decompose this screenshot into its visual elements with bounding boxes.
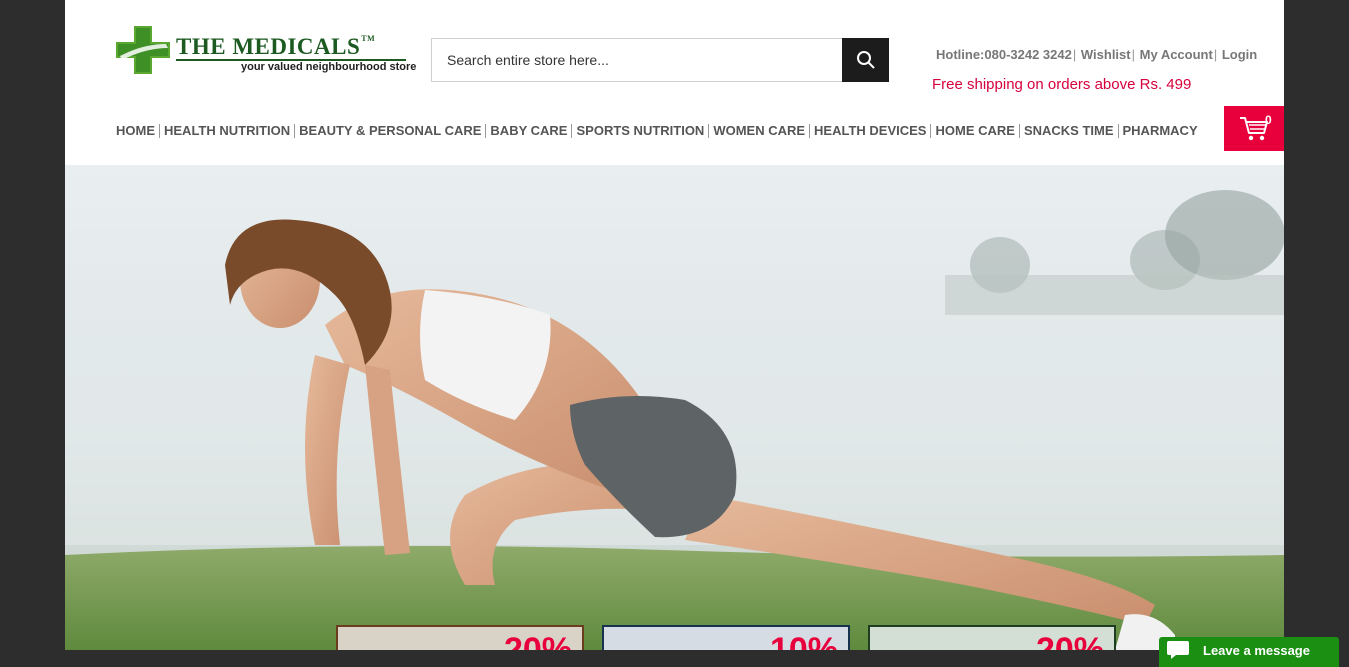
my-account-link[interactable]: My Account: [1140, 47, 1213, 62]
promo-tile-1[interactable]: 20%: [336, 625, 584, 650]
brand-name: THE MEDICALSTM: [176, 34, 376, 59]
nav-divider: [571, 123, 573, 138]
nav-item-beauty-personal-care[interactable]: BEAUTY & PERSONAL CARE: [299, 123, 481, 138]
promo-tile-2[interactable]: 10%: [602, 625, 850, 650]
search-button[interactable]: [842, 38, 889, 82]
promo-tile-3[interactable]: 20%: [868, 625, 1116, 650]
chat-widget[interactable]: Leave a message: [1159, 637, 1339, 667]
hero-image: [65, 165, 1284, 650]
promo-discount: 20%: [1035, 631, 1104, 650]
nav-item-health-nutrition[interactable]: HEALTH NUTRITION: [164, 123, 290, 138]
site-logo[interactable]: THE MEDICALSTM your valued neighbourhood…: [116, 26, 416, 76]
search-box: [431, 38, 889, 82]
chat-label: Leave a message: [1203, 643, 1310, 658]
hero-banner[interactable]: [65, 165, 1284, 650]
main-nav: HOME HEALTH NUTRITION BEAUTY & PERSONAL …: [116, 123, 1198, 138]
nav-item-pharmacy[interactable]: PHARMACY: [1123, 123, 1198, 138]
cart-button[interactable]: 0: [1224, 106, 1284, 151]
nav-item-snacks-time[interactable]: SNACKS TIME: [1024, 123, 1114, 138]
hotline-text: Hotline:080-3242 3242: [936, 47, 1072, 62]
nav-item-home-care[interactable]: HOME CARE: [935, 123, 1014, 138]
page: THE MEDICALSTM your valued neighbourhood…: [65, 0, 1284, 650]
search-input[interactable]: [432, 39, 840, 81]
wishlist-link[interactable]: Wishlist: [1081, 47, 1131, 62]
nav-item-sports-nutrition[interactable]: SPORTS NUTRITION: [576, 123, 704, 138]
nav-divider: [1117, 123, 1119, 138]
nav-divider: [1018, 123, 1020, 138]
promo-discount: 20%: [503, 631, 572, 650]
nav-divider: [930, 123, 932, 138]
nav-item-home[interactable]: HOME: [116, 123, 155, 138]
login-link[interactable]: Login: [1222, 47, 1257, 62]
shipping-notice: Free shipping on orders above Rs. 499: [932, 76, 1192, 93]
brand-tagline: your valued neighbourhood store: [241, 61, 417, 73]
chat-bubble-icon: [1167, 641, 1189, 659]
cart-count: 0: [1265, 113, 1272, 127]
search-icon: [856, 51, 875, 69]
nav-divider: [159, 123, 160, 138]
nav-divider: [809, 123, 811, 138]
nav-item-health-devices[interactable]: HEALTH DEVICES: [814, 123, 926, 138]
top-links: Hotline:080-3242 3242| Wishlist| My Acco…: [936, 47, 1258, 62]
nav-divider: [485, 123, 487, 138]
nav-divider: [708, 123, 710, 138]
nav-divider: [294, 123, 296, 138]
medical-cross-icon: [116, 26, 170, 74]
nav-item-baby-care[interactable]: BABY CARE: [490, 123, 567, 138]
nav-item-women-care[interactable]: WOMEN CARE: [713, 123, 805, 138]
promo-discount: 10%: [769, 631, 838, 650]
